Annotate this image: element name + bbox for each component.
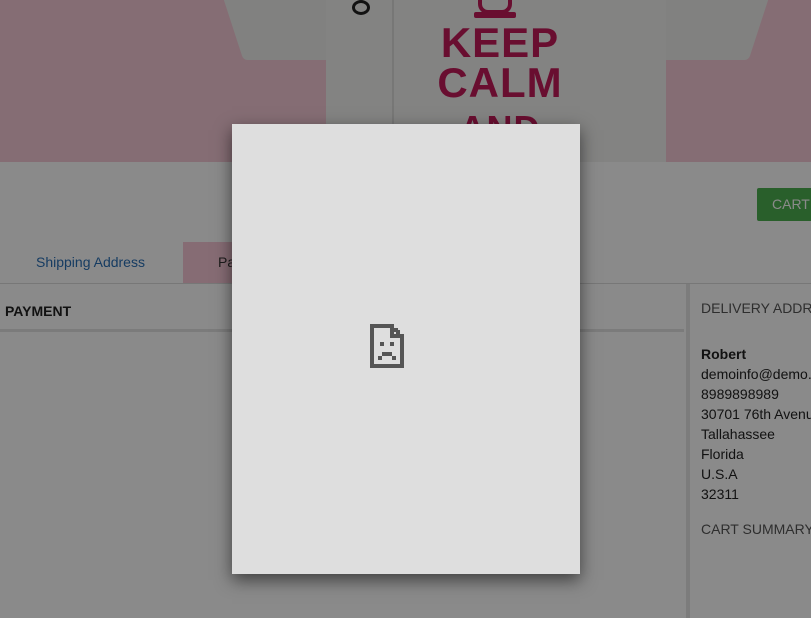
payment-frame-dialog[interactable] [232,124,580,574]
broken-page-icon [370,324,404,368]
